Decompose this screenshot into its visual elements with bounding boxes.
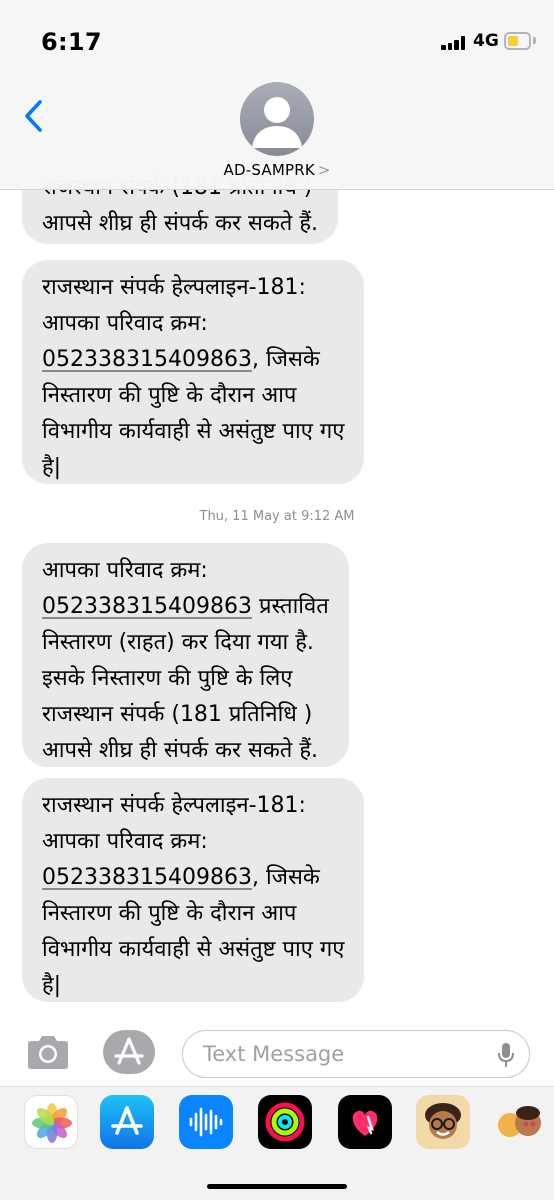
message-text-field[interactable]: Text Message [182, 1030, 530, 1078]
message-line: राजस्थान संपर्क हेल्पलाइन-181: [42, 793, 306, 818]
message-line: निस्तारण की पुष्टि के दौरान आप [42, 901, 297, 926]
imessage-app-drawer [0, 1086, 554, 1150]
app-store-icon [103, 1030, 155, 1074]
memoji-icon[interactable] [416, 1095, 470, 1149]
message-text: , जिसके [251, 865, 320, 890]
person-silhouette-icon [252, 97, 302, 148]
home-indicator[interactable] [207, 1184, 347, 1189]
message-line: निस्तारण (राहत) कर दिया गया है. [42, 630, 314, 655]
complaint-number-link[interactable]: 052338315409863 [42, 865, 252, 890]
complaint-number-link[interactable]: 052338315409863 [42, 347, 252, 372]
contact-avatar[interactable] [240, 82, 314, 156]
message-text: , जिसके [251, 347, 320, 372]
chevron-right-icon: > [317, 161, 331, 179]
text-field-placeholder: Text Message [203, 1042, 345, 1066]
message-line: आपका परिवाद क्रम: [42, 311, 208, 336]
conversation-header: 6:17 4G AD-SAMPRK > [0, 0, 554, 190]
status-time: 6:17 [41, 28, 102, 56]
message-line: है| [42, 455, 62, 480]
audio-message-icon[interactable] [179, 1095, 233, 1149]
message-line: इसके निस्तारण की पुष्टि के लिए [42, 666, 293, 691]
message-bubble[interactable]: आपका परिवाद क्रम: 052338315409863 प्रस्त… [22, 543, 349, 767]
message-line: 052338315409863, जिसके [42, 860, 344, 896]
message-line: विभागीय कार्यवाही से असंतुष्ट पाए गए [42, 419, 345, 444]
contact-name-button[interactable]: AD-SAMPRK > [0, 160, 554, 179]
battery-level [508, 36, 518, 46]
contact-name: AD-SAMPRK [223, 161, 315, 179]
message-bubble[interactable]: राजस्थान संपर्क हेल्पलाइन-181: आपका परिव… [22, 260, 365, 484]
battery-icon [504, 32, 531, 50]
complaint-number-link[interactable]: 052338315409863 [42, 594, 252, 619]
message-input-bar: Text Message [0, 1012, 554, 1088]
message-line: आपसे शीघ्र ही संपर्क कर सकते हैं. [42, 211, 318, 236]
message-line: 052338315409863 प्रस्तावित [42, 589, 329, 625]
camera-icon [28, 1036, 68, 1069]
message-timestamp: Thu, 11 May at 9:12 AM [199, 509, 355, 524]
cellular-signal-icon [441, 36, 466, 50]
message-line: आपसे शीघ्र ही संपर्क कर सकते हैं. [42, 738, 318, 763]
memoji-stickers-icon[interactable] [496, 1095, 546, 1149]
message-bubble[interactable]: राजस्थान संपर्क हेल्पलाइन-181: आपका परिव… [22, 778, 365, 1002]
status-bar: 6:17 4G [0, 0, 554, 86]
message-line: राजस्थान संपर्क हेल्पलाइन-181: [42, 275, 306, 300]
activity-icon[interactable] [258, 1095, 312, 1149]
digital-touch-icon[interactable] [338, 1095, 392, 1149]
message-text: प्रस्तावित [251, 594, 329, 619]
chevron-left-icon [25, 100, 42, 132]
network-type: 4G [473, 31, 499, 51]
message-line: आपका परिवाद क्रम: [42, 558, 208, 583]
message-line: राजस्थान संपर्क (181 प्रतिनिधि ) [42, 702, 313, 727]
message-line: है| [42, 973, 62, 998]
back-button[interactable] [18, 96, 58, 136]
photos-icon[interactable] [24, 1095, 78, 1149]
camera-button[interactable] [24, 1032, 72, 1072]
home-area [0, 1150, 554, 1200]
microphone-icon[interactable] [497, 1042, 515, 1068]
apps-button[interactable] [102, 1029, 156, 1075]
message-line: निस्तारण की पुष्टि के दौरान आप [42, 383, 297, 408]
message-line: आपका परिवाद क्रम: [42, 829, 208, 854]
message-line: 052338315409863, जिसके [42, 342, 344, 378]
app-store-icon[interactable] [100, 1095, 154, 1149]
battery-cap [533, 37, 536, 44]
message-line: विभागीय कार्यवाही से असंतुष्ट पाए गए [42, 937, 345, 962]
